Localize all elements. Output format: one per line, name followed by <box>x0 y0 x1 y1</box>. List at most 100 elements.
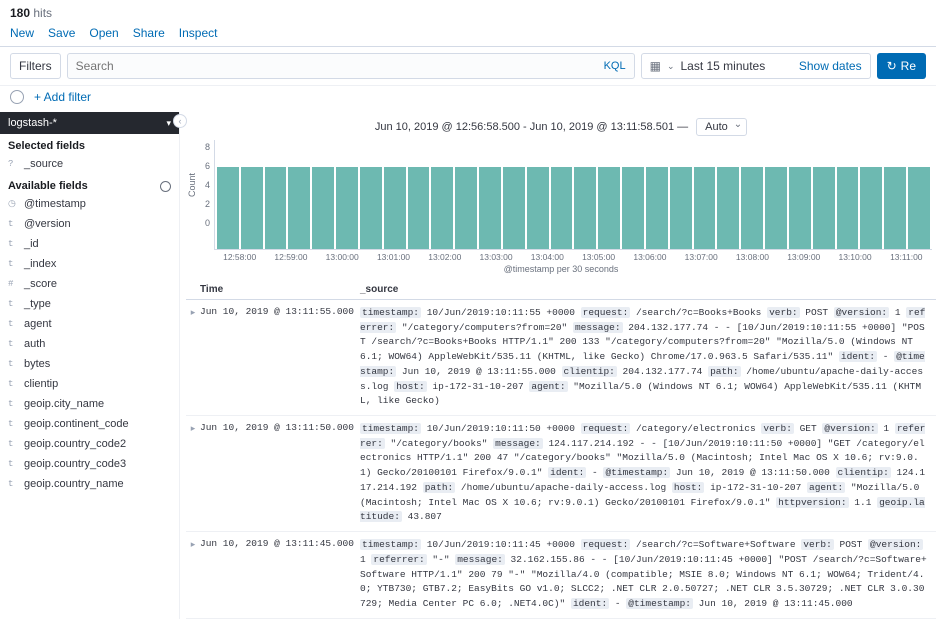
histogram-bar[interactable] <box>288 167 310 249</box>
date-range-label: Last 15 minutes <box>680 59 765 73</box>
histogram-bar[interactable] <box>837 167 859 249</box>
histogram-bar[interactable] <box>670 167 692 249</box>
results-content: Jun 10, 2019 @ 12:56:58.500 - Jun 10, 20… <box>180 112 936 619</box>
chart-time-range: Jun 10, 2019 @ 12:56:58.500 - Jun 10, 20… <box>375 121 688 133</box>
chart-bars <box>214 140 932 250</box>
x-axis: 12:58:0012:59:0013:00:0013:01:0013:02:00… <box>186 250 936 262</box>
histogram-bar[interactable] <box>646 167 668 249</box>
hits-count: 180 <box>10 6 30 20</box>
kql-toggle[interactable]: KQL <box>596 60 634 72</box>
histogram-bar[interactable] <box>694 167 716 249</box>
histogram-bar[interactable] <box>431 167 453 249</box>
x-axis-label: @timestamp per 30 seconds <box>186 262 936 280</box>
field-bytes[interactable]: tbytes <box>0 354 179 374</box>
histogram-bar[interactable] <box>622 167 644 249</box>
field--score[interactable]: #_score <box>0 274 179 294</box>
field-clientip[interactable]: tclientip <box>0 374 179 394</box>
search-input[interactable] <box>68 54 596 78</box>
field--version[interactable]: t@version <box>0 214 179 234</box>
histogram-bar[interactable] <box>741 167 763 249</box>
field-type-icon: t <box>8 399 18 409</box>
row-source: timestamp: 10/Jun/2019:10:11:50 +0000 re… <box>360 422 936 525</box>
table-row[interactable]: ▸Jun 10, 2019 @ 13:11:50.000timestamp: 1… <box>186 416 936 532</box>
date-picker[interactable]: ▦ ⌄ Last 15 minutes Show dates <box>641 53 871 79</box>
field-type-icon: t <box>8 239 18 249</box>
histogram-bar[interactable] <box>265 167 287 249</box>
histogram-bar[interactable] <box>336 167 358 249</box>
top-menu: New Save Open Share Inspect <box>0 22 936 47</box>
histogram-bar[interactable] <box>479 167 501 249</box>
histogram-bar[interactable] <box>765 167 787 249</box>
field-_source[interactable]: ?_source <box>0 154 179 174</box>
field-type-icon: t <box>8 479 18 489</box>
histogram-bar[interactable] <box>455 167 477 249</box>
histogram-bar[interactable] <box>360 167 382 249</box>
field-auth[interactable]: tauth <box>0 334 179 354</box>
filter-options-icon[interactable] <box>10 90 24 104</box>
calendar-icon: ▦ <box>650 59 661 73</box>
histogram-bar[interactable] <box>717 167 739 249</box>
menu-new[interactable]: New <box>10 26 34 40</box>
filter-bar: Filters KQL ▦ ⌄ Last 15 minutes Show dat… <box>0 47 936 86</box>
selected-fields-header: Selected fields <box>0 134 179 154</box>
field--timestamp[interactable]: ◷@timestamp <box>0 194 179 214</box>
histogram-bar[interactable] <box>908 167 930 249</box>
histogram-bar[interactable] <box>813 167 835 249</box>
field--type[interactable]: t_type <box>0 294 179 314</box>
field-settings-icon[interactable] <box>160 181 171 192</box>
histogram-bar[interactable] <box>551 167 573 249</box>
filters-label[interactable]: Filters <box>10 53 61 79</box>
field-type-icon: t <box>8 459 18 469</box>
menu-open[interactable]: Open <box>89 26 118 40</box>
hits-label: hits <box>33 6 52 20</box>
index-pattern-selector[interactable]: logstash-* ▾ <box>0 112 179 134</box>
col-time[interactable]: Time <box>200 284 360 295</box>
field-type-icon: t <box>8 419 18 429</box>
refresh-button[interactable]: ↻Re <box>877 53 926 79</box>
col-source[interactable]: _source <box>360 284 936 295</box>
fields-sidebar: ‹ logstash-* ▾ Selected fields ?_source … <box>0 112 180 619</box>
field-agent[interactable]: tagent <box>0 314 179 334</box>
field-geoip-continent-code[interactable]: tgeoip.continent_code <box>0 414 179 434</box>
histogram-bar[interactable] <box>217 167 239 249</box>
row-time: Jun 10, 2019 @ 13:11:45.000 <box>200 538 360 612</box>
histogram-bar[interactable] <box>598 167 620 249</box>
field-geoip-country-name[interactable]: tgeoip.country_name <box>0 474 179 494</box>
table-row[interactable]: ▸Jun 10, 2019 @ 13:11:45.000timestamp: 1… <box>186 532 936 619</box>
field-type-icon: t <box>8 299 18 309</box>
histogram-bar[interactable] <box>527 167 549 249</box>
chevron-down-icon: ▾ <box>166 118 171 129</box>
field-geoip-country-code3[interactable]: tgeoip.country_code3 <box>0 454 179 474</box>
field--id[interactable]: t_id <box>0 234 179 254</box>
field-geoip-country-code2[interactable]: tgeoip.country_code2 <box>0 434 179 454</box>
field--index[interactable]: t_index <box>0 254 179 274</box>
histogram-bar[interactable] <box>789 167 811 249</box>
row-source: timestamp: 10/Jun/2019:10:11:55 +0000 re… <box>360 306 936 409</box>
hits-summary: 180 hits <box>0 0 936 22</box>
interval-select[interactable]: Auto <box>696 118 747 136</box>
histogram-bar[interactable] <box>860 167 882 249</box>
expand-icon[interactable]: ▸ <box>186 538 200 612</box>
histogram-bar[interactable] <box>408 167 430 249</box>
expand-icon[interactable]: ▸ <box>186 306 200 409</box>
expand-icon[interactable]: ▸ <box>186 422 200 525</box>
histogram-bar[interactable] <box>503 167 525 249</box>
collapse-sidebar-icon[interactable]: ‹ <box>173 114 187 128</box>
menu-inspect[interactable]: Inspect <box>179 26 218 40</box>
histogram-bar[interactable] <box>384 167 406 249</box>
date-picker-chevron-icon: ⌄ <box>667 61 675 72</box>
filter-row: + Add filter <box>0 86 936 112</box>
show-dates-link[interactable]: Show dates <box>799 59 862 73</box>
histogram-bar[interactable] <box>574 167 596 249</box>
field-geoip-city-name[interactable]: tgeoip.city_name <box>0 394 179 414</box>
field-type-icon: t <box>8 359 18 369</box>
menu-share[interactable]: Share <box>133 26 165 40</box>
menu-save[interactable]: Save <box>48 26 75 40</box>
add-filter-link[interactable]: + Add filter <box>34 90 91 104</box>
histogram-bar[interactable] <box>241 167 263 249</box>
table-row[interactable]: ▸Jun 10, 2019 @ 13:11:55.000timestamp: 1… <box>186 300 936 416</box>
histogram-bar[interactable] <box>884 167 906 249</box>
histogram-chart[interactable]: Count 86420 <box>186 140 936 250</box>
doc-table: Time _source ▸Jun 10, 2019 @ 13:11:55.00… <box>186 280 936 619</box>
histogram-bar[interactable] <box>312 167 334 249</box>
